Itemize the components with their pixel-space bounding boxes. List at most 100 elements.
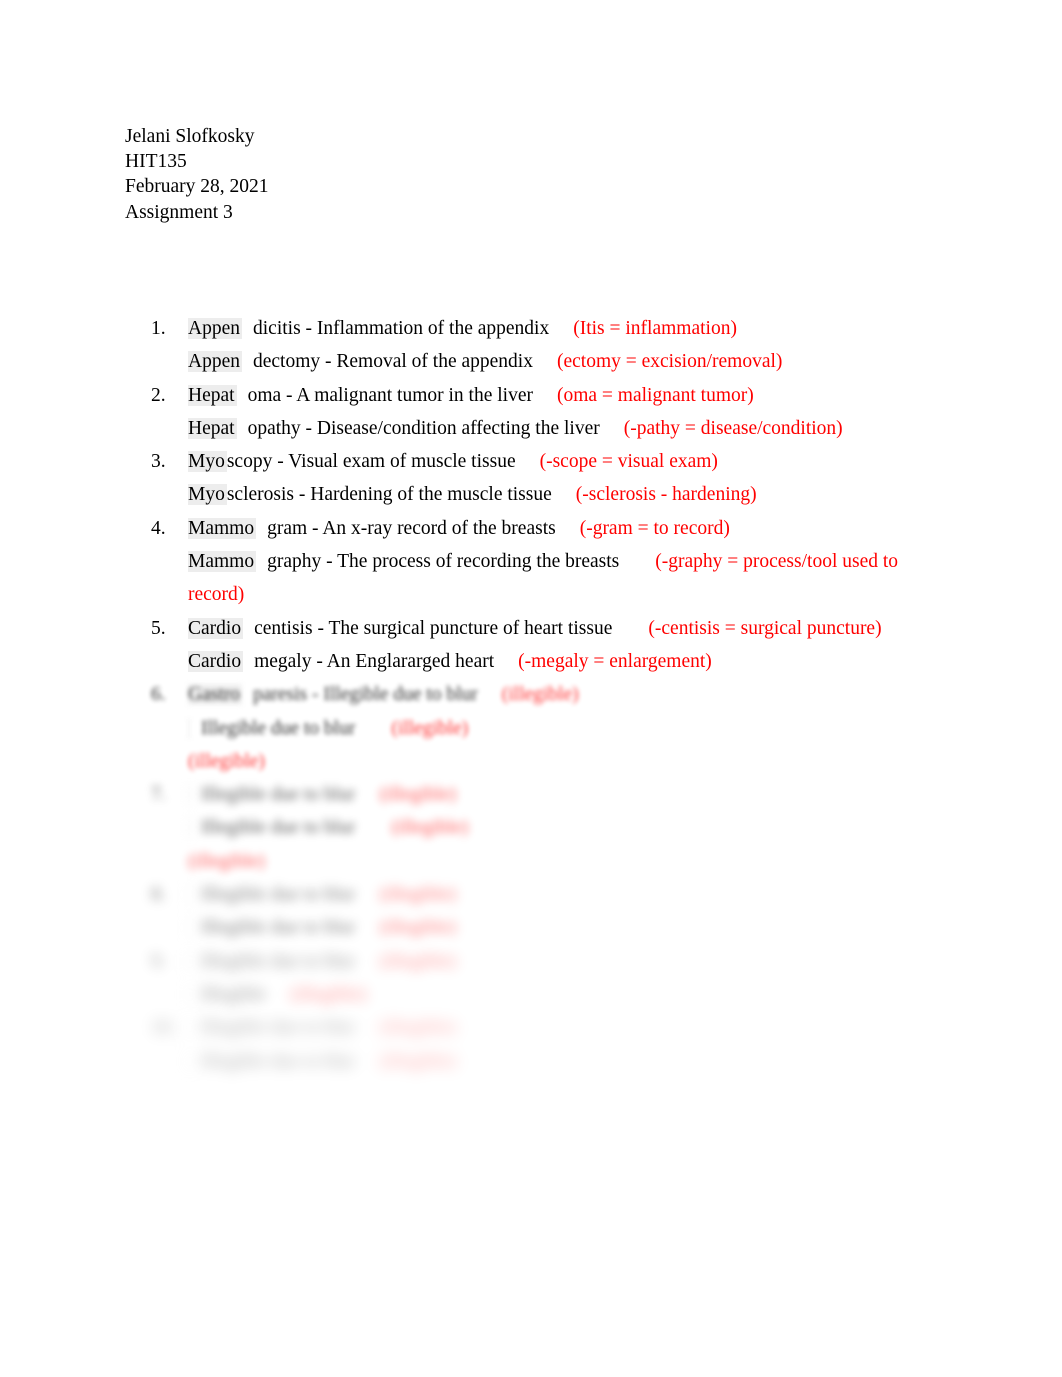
word-prefix — [188, 717, 190, 739]
header-block: Jelani Slofkosky HIT135 February 28, 202… — [125, 124, 269, 225]
word-suffix: gram — [267, 517, 308, 539]
list-item-number: 2. — [151, 384, 166, 406]
word-prefix: Appen — [188, 351, 242, 373]
term-list: 1. Appen dicitis - Inflammation of the ap… — [0, 312, 1062, 1078]
term-definition: Illegible due to blur — [201, 817, 356, 839]
document-page: Jelani Slofkosky HIT135 February 28, 202… — [0, 0, 1062, 1377]
term-line: Illegible due to blur (illegible) — [188, 1045, 1062, 1078]
term-line: Gastro paresis - Illegible due to blur (il… — [188, 678, 1062, 711]
term-line: Illegible due to blur (illegible) — [188, 878, 1062, 911]
word-prefix: Myo — [188, 484, 227, 506]
term-annotation: (illegible) — [379, 784, 457, 806]
list-item-number: 4. — [151, 517, 166, 539]
assignment-title: Assignment 3 — [125, 201, 233, 223]
term-definition: - Disease/condition affecting the liver — [300, 417, 600, 439]
term-definition: Illegible — [201, 983, 266, 1005]
word-suffix: dectomy — [253, 351, 321, 373]
list-item: 8. Illegible due to blur (illegible) Ille… — [0, 878, 1062, 945]
word-suffix: centisis — [254, 617, 313, 639]
list-item-number: 1. — [151, 318, 166, 339]
term-line: Illegible due to blur (illegible) — [188, 911, 1062, 944]
list-item-number: 7. — [151, 784, 166, 806]
assignment-date: February 28, 2021 — [125, 176, 269, 198]
term-annotation: (illegible) — [379, 917, 457, 939]
word-suffix: oma — [247, 384, 282, 406]
word-prefix: Cardio — [188, 650, 244, 672]
term-definition: Illegible due to blur — [201, 1050, 356, 1072]
annotation-wrap-line: record) — [188, 584, 245, 606]
list-item: 6. Gastro paresis - Illegible due to blur… — [0, 678, 1062, 778]
list-item: 2. Hepat oma - A malignant tumor in the l… — [0, 379, 1062, 446]
term-line: Hepat oma - A malignant tumor in the live… — [188, 379, 1062, 412]
term-definition: - Illegible due to blur — [307, 684, 478, 706]
term-line: Cardio megaly - An Englararged heart (-meg… — [188, 645, 1062, 678]
word-suffix: opathy — [247, 417, 301, 439]
term-definition: - Hardening of the muscle tissue — [294, 484, 552, 506]
list-item: 1. Appen dicitis - Inflammation of the ap… — [0, 312, 1062, 379]
word-prefix — [188, 1050, 190, 1072]
word-prefix: Gastro — [188, 684, 242, 706]
word-prefix — [188, 983, 190, 1005]
term-line: Myo sclerosis - Hardening of the muscle t… — [188, 478, 1062, 511]
term-annotation: (illegible) — [379, 1017, 457, 1039]
word-suffix: megaly — [254, 650, 312, 672]
annotation-wrap-line: (illegible) — [188, 750, 265, 772]
term-annotation: (-sclerosis - hardening) — [575, 484, 757, 506]
term-annotation: (-gram = to record) — [579, 517, 730, 539]
term-line: Illegible due to blur (illegible) — [188, 778, 1062, 811]
term-definition: Illegible due to blur — [201, 1017, 356, 1039]
list-item-number: 8. — [151, 884, 166, 906]
list-item: 5. Cardio centisis - The surgical punctur… — [0, 612, 1062, 679]
term-annotation: (oma = malignant tumor) — [556, 384, 754, 406]
list-item-number: 9. — [151, 950, 166, 972]
term-line: Illegible due to blur (illegible) — [188, 811, 1062, 844]
word-prefix: Myo — [188, 451, 227, 473]
word-prefix: Cardio — [188, 617, 244, 639]
term-line: Mammo graphy - The process of recording t… — [188, 545, 1062, 578]
term-annotation: (illegible) — [391, 817, 469, 839]
word-suffix: paresis — [253, 684, 308, 706]
term-definition: Illegible due to blur — [201, 784, 356, 806]
word-prefix — [188, 884, 190, 906]
word-prefix: Appen — [188, 318, 242, 339]
word-suffix: scopy — [226, 451, 273, 473]
term-line: Cardio centisis - The surgical puncture o… — [188, 612, 1062, 645]
word-prefix — [188, 817, 190, 839]
term-definition: - An Englararged heart — [311, 650, 495, 672]
author-name: Jelani Slofkosky — [125, 126, 255, 147]
term-annotation: (illegible) — [289, 983, 367, 1005]
list-item: 3. Myo scopy - Visual exam of muscle tiss… — [0, 445, 1062, 512]
term-annotation: (illegible) — [379, 1050, 457, 1072]
term-line: Appen dicitis - Inflammation of the appen… — [188, 312, 1062, 345]
term-annotation: (ectomy = excision/removal) — [556, 351, 783, 373]
term-annotation: (-graphy = process/tool used to — [655, 551, 899, 573]
word-prefix — [188, 950, 190, 972]
term-definition: Illegible due to blur — [201, 884, 356, 906]
term-definition: Illegible due to blur — [201, 917, 356, 939]
term-definition: - The surgical puncture of heart tissue — [312, 617, 613, 639]
list-item-number: 6. — [151, 684, 166, 706]
term-line: Hepat opathy - Disease/condition affectin… — [188, 412, 1062, 445]
term-annotation: (illegible) — [501, 684, 579, 706]
term-definition: Illegible due to blur — [201, 717, 356, 739]
term-line: Illegible due to blur (illegible) — [188, 1011, 1062, 1044]
term-annotation: (-pathy = disease/condition) — [623, 417, 843, 439]
term-line: Appen dectomy - Removal of the appendix (e… — [188, 345, 1062, 378]
list-item: 4. Mammo gram - An x-ray record of the br… — [0, 512, 1062, 612]
term-definition: - Removal of the appendix — [320, 351, 533, 373]
term-annotation: (illegible) — [379, 884, 457, 906]
term-definition: - Inflammation of the appendix — [300, 318, 550, 339]
list-item: 9. Illegible due to blur (illegible) Ille… — [0, 945, 1062, 1012]
term-annotation: (illegible) — [379, 950, 457, 972]
course-code: HIT135 — [125, 151, 187, 173]
word-prefix: Hepat — [188, 417, 237, 439]
term-annotation: (illegible) — [391, 717, 469, 739]
list-item-number: 10. — [151, 1017, 176, 1039]
word-prefix: Mammo — [188, 517, 257, 539]
term-definition: - A malignant tumor in the liver — [281, 384, 533, 406]
list-item-number: 5. — [151, 617, 166, 639]
list-item: 10. Illegible due to blur (illegible) Ill… — [0, 1011, 1062, 1078]
term-annotation: (-scope = visual exam) — [539, 451, 718, 473]
word-suffix: sclerosis — [226, 484, 294, 506]
word-prefix — [188, 1017, 190, 1039]
